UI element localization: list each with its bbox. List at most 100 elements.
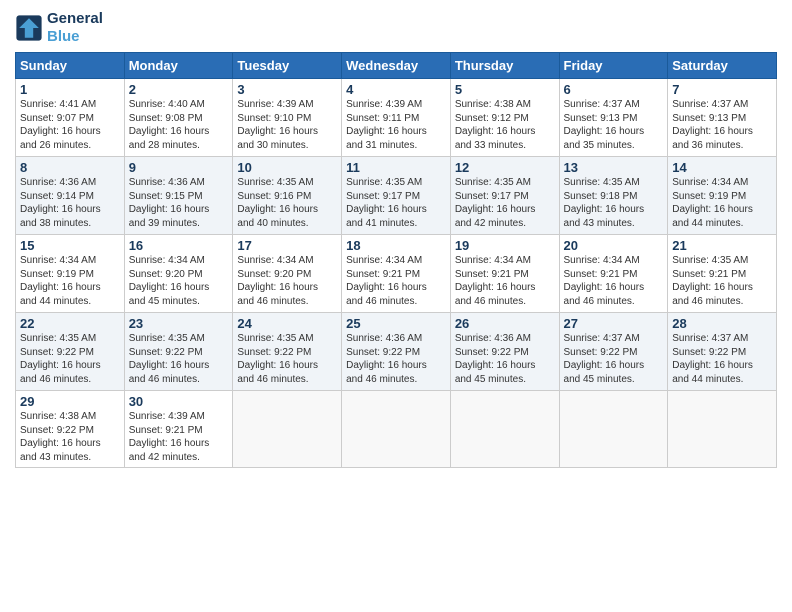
calendar-cell: 5Sunrise: 4:38 AMSunset: 9:12 PMDaylight…	[450, 79, 559, 157]
day-number: 21	[672, 238, 772, 253]
day-info: Sunrise: 4:35 AMSunset: 9:22 PMDaylight:…	[237, 332, 337, 386]
calendar-header-tuesday: Tuesday	[233, 53, 342, 79]
logo-icon	[15, 14, 43, 42]
day-info: Sunrise: 4:34 AMSunset: 9:19 PMDaylight:…	[20, 254, 120, 308]
calendar-cell: 29Sunrise: 4:38 AMSunset: 9:22 PMDayligh…	[16, 391, 125, 468]
day-number: 30	[129, 394, 229, 409]
day-number: 23	[129, 316, 229, 331]
calendar-cell	[559, 391, 668, 468]
day-number: 6	[564, 82, 664, 97]
calendar-cell: 6Sunrise: 4:37 AMSunset: 9:13 PMDaylight…	[559, 79, 668, 157]
day-number: 4	[346, 82, 446, 97]
calendar-cell: 27Sunrise: 4:37 AMSunset: 9:22 PMDayligh…	[559, 313, 668, 391]
calendar-cell	[342, 391, 451, 468]
logo-line1: General	[47, 10, 103, 28]
calendar-week-row: 15Sunrise: 4:34 AMSunset: 9:19 PMDayligh…	[16, 235, 777, 313]
day-info: Sunrise: 4:36 AMSunset: 9:14 PMDaylight:…	[20, 176, 120, 230]
day-info: Sunrise: 4:38 AMSunset: 9:22 PMDaylight:…	[20, 410, 120, 464]
day-info: Sunrise: 4:34 AMSunset: 9:20 PMDaylight:…	[129, 254, 229, 308]
day-number: 18	[346, 238, 446, 253]
day-info: Sunrise: 4:35 AMSunset: 9:17 PMDaylight:…	[346, 176, 446, 230]
calendar-cell: 14Sunrise: 4:34 AMSunset: 9:19 PMDayligh…	[668, 157, 777, 235]
day-number: 26	[455, 316, 555, 331]
calendar-cell: 10Sunrise: 4:35 AMSunset: 9:16 PMDayligh…	[233, 157, 342, 235]
day-number: 25	[346, 316, 446, 331]
calendar-cell	[668, 391, 777, 468]
calendar-cell: 26Sunrise: 4:36 AMSunset: 9:22 PMDayligh…	[450, 313, 559, 391]
day-info: Sunrise: 4:35 AMSunset: 9:22 PMDaylight:…	[20, 332, 120, 386]
calendar-cell: 21Sunrise: 4:35 AMSunset: 9:21 PMDayligh…	[668, 235, 777, 313]
day-number: 27	[564, 316, 664, 331]
day-info: Sunrise: 4:35 AMSunset: 9:16 PMDaylight:…	[237, 176, 337, 230]
calendar-cell: 23Sunrise: 4:35 AMSunset: 9:22 PMDayligh…	[124, 313, 233, 391]
calendar-week-row: 8Sunrise: 4:36 AMSunset: 9:14 PMDaylight…	[16, 157, 777, 235]
day-number: 10	[237, 160, 337, 175]
calendar-cell: 2Sunrise: 4:40 AMSunset: 9:08 PMDaylight…	[124, 79, 233, 157]
calendar-cell: 30Sunrise: 4:39 AMSunset: 9:21 PMDayligh…	[124, 391, 233, 468]
day-info: Sunrise: 4:37 AMSunset: 9:22 PMDaylight:…	[672, 332, 772, 386]
calendar-header-row: SundayMondayTuesdayWednesdayThursdayFrid…	[16, 53, 777, 79]
day-info: Sunrise: 4:37 AMSunset: 9:22 PMDaylight:…	[564, 332, 664, 386]
calendar-cell: 13Sunrise: 4:35 AMSunset: 9:18 PMDayligh…	[559, 157, 668, 235]
calendar-cell: 17Sunrise: 4:34 AMSunset: 9:20 PMDayligh…	[233, 235, 342, 313]
calendar-cell: 25Sunrise: 4:36 AMSunset: 9:22 PMDayligh…	[342, 313, 451, 391]
day-info: Sunrise: 4:37 AMSunset: 9:13 PMDaylight:…	[672, 98, 772, 152]
day-number: 1	[20, 82, 120, 97]
day-info: Sunrise: 4:35 AMSunset: 9:17 PMDaylight:…	[455, 176, 555, 230]
day-info: Sunrise: 4:40 AMSunset: 9:08 PMDaylight:…	[129, 98, 229, 152]
day-number: 20	[564, 238, 664, 253]
day-info: Sunrise: 4:34 AMSunset: 9:20 PMDaylight:…	[237, 254, 337, 308]
day-number: 5	[455, 82, 555, 97]
header: General Blue	[15, 10, 777, 46]
calendar-week-row: 22Sunrise: 4:35 AMSunset: 9:22 PMDayligh…	[16, 313, 777, 391]
calendar-cell: 22Sunrise: 4:35 AMSunset: 9:22 PMDayligh…	[16, 313, 125, 391]
day-info: Sunrise: 4:36 AMSunset: 9:22 PMDaylight:…	[455, 332, 555, 386]
day-number: 14	[672, 160, 772, 175]
calendar-cell: 4Sunrise: 4:39 AMSunset: 9:11 PMDaylight…	[342, 79, 451, 157]
calendar-week-row: 1Sunrise: 4:41 AMSunset: 9:07 PMDaylight…	[16, 79, 777, 157]
day-number: 2	[129, 82, 229, 97]
day-number: 11	[346, 160, 446, 175]
calendar-cell: 19Sunrise: 4:34 AMSunset: 9:21 PMDayligh…	[450, 235, 559, 313]
calendar-cell	[233, 391, 342, 468]
calendar-cell: 16Sunrise: 4:34 AMSunset: 9:20 PMDayligh…	[124, 235, 233, 313]
day-number: 28	[672, 316, 772, 331]
day-number: 22	[20, 316, 120, 331]
day-number: 29	[20, 394, 120, 409]
logo-line2: Blue	[47, 28, 103, 46]
day-info: Sunrise: 4:36 AMSunset: 9:15 PMDaylight:…	[129, 176, 229, 230]
day-info: Sunrise: 4:39 AMSunset: 9:10 PMDaylight:…	[237, 98, 337, 152]
calendar-cell: 15Sunrise: 4:34 AMSunset: 9:19 PMDayligh…	[16, 235, 125, 313]
day-info: Sunrise: 4:37 AMSunset: 9:13 PMDaylight:…	[564, 98, 664, 152]
day-info: Sunrise: 4:35 AMSunset: 9:21 PMDaylight:…	[672, 254, 772, 308]
calendar-week-row: 29Sunrise: 4:38 AMSunset: 9:22 PMDayligh…	[16, 391, 777, 468]
calendar-cell: 7Sunrise: 4:37 AMSunset: 9:13 PMDaylight…	[668, 79, 777, 157]
calendar-header-saturday: Saturday	[668, 53, 777, 79]
calendar-cell: 18Sunrise: 4:34 AMSunset: 9:21 PMDayligh…	[342, 235, 451, 313]
calendar-cell: 11Sunrise: 4:35 AMSunset: 9:17 PMDayligh…	[342, 157, 451, 235]
calendar-table: SundayMondayTuesdayWednesdayThursdayFrid…	[15, 52, 777, 468]
logo-text: General Blue	[47, 10, 103, 46]
calendar-cell: 9Sunrise: 4:36 AMSunset: 9:15 PMDaylight…	[124, 157, 233, 235]
day-number: 8	[20, 160, 120, 175]
calendar-cell	[450, 391, 559, 468]
calendar-cell: 3Sunrise: 4:39 AMSunset: 9:10 PMDaylight…	[233, 79, 342, 157]
day-info: Sunrise: 4:36 AMSunset: 9:22 PMDaylight:…	[346, 332, 446, 386]
calendar-cell: 1Sunrise: 4:41 AMSunset: 9:07 PMDaylight…	[16, 79, 125, 157]
calendar-header-monday: Monday	[124, 53, 233, 79]
day-info: Sunrise: 4:34 AMSunset: 9:21 PMDaylight:…	[455, 254, 555, 308]
day-number: 12	[455, 160, 555, 175]
calendar-header-sunday: Sunday	[16, 53, 125, 79]
day-number: 17	[237, 238, 337, 253]
logo: General Blue	[15, 10, 103, 46]
day-info: Sunrise: 4:39 AMSunset: 9:11 PMDaylight:…	[346, 98, 446, 152]
day-number: 16	[129, 238, 229, 253]
calendar-header-friday: Friday	[559, 53, 668, 79]
day-info: Sunrise: 4:41 AMSunset: 9:07 PMDaylight:…	[20, 98, 120, 152]
day-info: Sunrise: 4:34 AMSunset: 9:19 PMDaylight:…	[672, 176, 772, 230]
day-number: 9	[129, 160, 229, 175]
day-info: Sunrise: 4:34 AMSunset: 9:21 PMDaylight:…	[346, 254, 446, 308]
calendar-header-thursday: Thursday	[450, 53, 559, 79]
day-number: 24	[237, 316, 337, 331]
day-number: 7	[672, 82, 772, 97]
